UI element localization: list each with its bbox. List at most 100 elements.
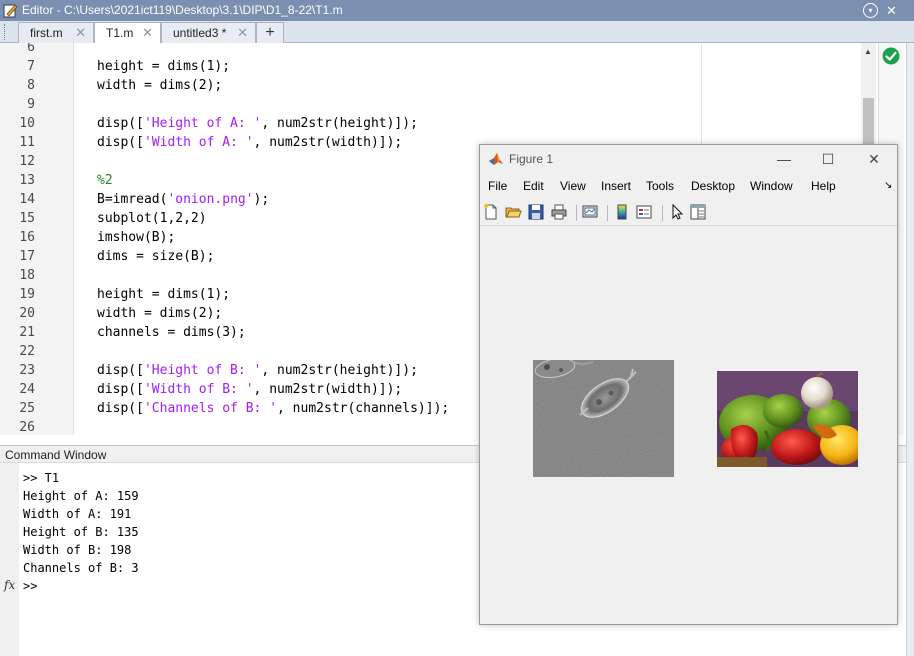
add-tab-button[interactable]: + [256,22,284,43]
undock-arrow-icon[interactable]: ↘ [884,180,892,191]
code-line[interactable]: height = dims(1); [97,285,230,304]
line-number: 25 [19,401,35,416]
code-line[interactable]: disp(['Channels of B: ', num2str(channel… [97,399,449,418]
menu-insert[interactable]: Insert [601,179,631,193]
toolbar-separator [607,205,608,221]
line-number: 11 [19,135,35,150]
menu-desktop[interactable]: Desktop [691,179,735,193]
code-line[interactable]: dims = size(B); [97,247,214,266]
figure-title-bar[interactable]: Figure 1 — ☐ ✕ [480,145,897,173]
code-line[interactable]: subplot(1,2,2) [97,209,207,228]
code-line[interactable]: height = dims(1); [97,57,230,76]
tab-first-m[interactable]: first.m ✕ [18,22,94,43]
line-number: 16 [19,230,35,245]
line-number: 6 [27,43,35,55]
line-number: 13 [19,173,35,188]
code-line[interactable]: disp(['Width of A: ', num2str(width)]); [97,133,402,152]
line-number: 8 [27,78,35,93]
figure-window[interactable]: Figure 1 — ☐ ✕ File Edit View Insert Too… [479,144,898,625]
tab-untitled3[interactable]: untitled3 * ✕ [161,22,256,43]
code-line[interactable]: channels = dims(3); [97,323,246,342]
function-browser-icon[interactable]: fx [4,578,15,592]
code-line[interactable]: %2 [97,171,113,190]
menu-window[interactable]: Window [750,179,793,193]
link-plot-icon[interactable] [581,203,599,221]
maximize-button[interactable]: ☐ [813,149,843,169]
command-prompt[interactable]: >> [23,577,45,595]
command-window-title: Command Window [5,448,107,462]
string-literal: 'Width of A: ' [143,135,254,150]
editor-title-bar: Editor - C:\Users\2021ict119\Desktop\3.1… [0,0,914,21]
line-number: 19 [19,287,35,302]
print-icon[interactable] [550,203,568,221]
tab-t1-m[interactable]: T1.m ✕ [94,22,161,44]
tab-bar-grip[interactable] [4,24,6,40]
line-number: 9 [27,97,35,112]
line-number: 24 [19,382,35,397]
code-line[interactable]: disp(['Height of B: ', num2str(height)])… [97,361,418,380]
line-number: 26 [19,420,35,435]
string-literal: 'onion.png' [167,192,254,207]
tab-close-icon[interactable]: ✕ [75,25,86,41]
line-number: 22 [19,344,35,359]
menu-view[interactable]: View [560,179,586,193]
code-text: , num2str(channels)]); [277,401,450,416]
code-line[interactable]: disp(['Height of A: ', num2str(height)])… [97,114,418,133]
command-output-line: Channels of B: 3 [23,561,139,575]
property-inspector-icon[interactable] [689,203,707,221]
line-number-gutter: 6 7 8 9 10 11 12 13 14 15 16 17 18 19 20 21 22 23 24 25 26 [0,43,74,435]
string-literal: 'Height of A: ' [143,116,262,131]
figure-title: Figure 1 [509,152,554,166]
legend-icon[interactable] [635,203,653,221]
command-output-line: Height of B: 135 [23,525,139,539]
scrollbar-thumb[interactable] [863,98,874,148]
tab-label: T1.m [106,26,134,40]
toolbar-separator [662,205,663,221]
code-text: B=imread( [97,192,168,207]
new-figure-icon[interactable] [482,203,500,221]
code-ok-check-icon[interactable] [882,47,900,65]
scroll-up-icon[interactable]: ▲ [864,47,872,56]
matlab-logo-icon [489,153,503,165]
menu-file[interactable]: File [488,179,507,193]
command-window-gutter [0,463,19,656]
menu-help[interactable]: Help [811,179,836,193]
tab-label: first.m [30,26,63,40]
command-output-line: Width of B: 198 [23,543,132,557]
editor-close-icon[interactable]: ✕ [884,3,899,18]
line-number: 21 [19,325,35,340]
string-literal: 'Channels of B: ' [143,401,278,416]
code-line[interactable]: width = dims(2); [97,304,222,323]
code-line[interactable]: disp(['Width of B: ', num2str(width)]); [97,380,402,399]
editor-options-icon[interactable]: ▾ [863,3,878,18]
code-text: disp([ [97,382,144,397]
subplot-2-onion-image[interactable] [717,371,858,467]
colorbar-icon[interactable] [613,203,631,221]
toolbar-separator [576,205,577,221]
edit-plot-icon[interactable] [668,203,686,221]
tab-close-icon[interactable]: ✕ [142,25,153,41]
code-text: , num2str(width)]); [253,135,403,150]
editor-window-title: Editor - C:\Users\2021ict119\Desktop\3.1… [22,3,343,17]
tab-close-icon[interactable]: ✕ [237,25,248,41]
open-file-icon[interactable] [504,203,522,221]
string-literal: 'Width of B: ' [143,382,254,397]
code-line[interactable]: imshow(B); [97,228,175,247]
minimize-button[interactable]: — [769,149,799,169]
code-line[interactable]: B=imread('onion.png'); [97,190,269,209]
figure-toolbar [480,198,897,226]
figure-close-button[interactable]: ✕ [859,149,889,169]
line-number: 18 [19,268,35,283]
menu-tools[interactable]: Tools [646,179,674,193]
command-output-line: Width of A: 191 [23,507,132,521]
code-text: ); [253,192,270,207]
code-text: , num2str(height)]); [261,363,418,378]
subplot-1-grayscale-image[interactable] [533,360,674,477]
code-text: , num2str(height)]); [261,116,418,131]
line-number: 20 [19,306,35,321]
figure-canvas[interactable] [480,227,897,624]
menu-edit[interactable]: Edit [523,179,544,193]
code-line[interactable]: width = dims(2); [97,76,222,95]
code-text: disp([ [97,116,144,131]
save-icon[interactable] [527,203,545,221]
